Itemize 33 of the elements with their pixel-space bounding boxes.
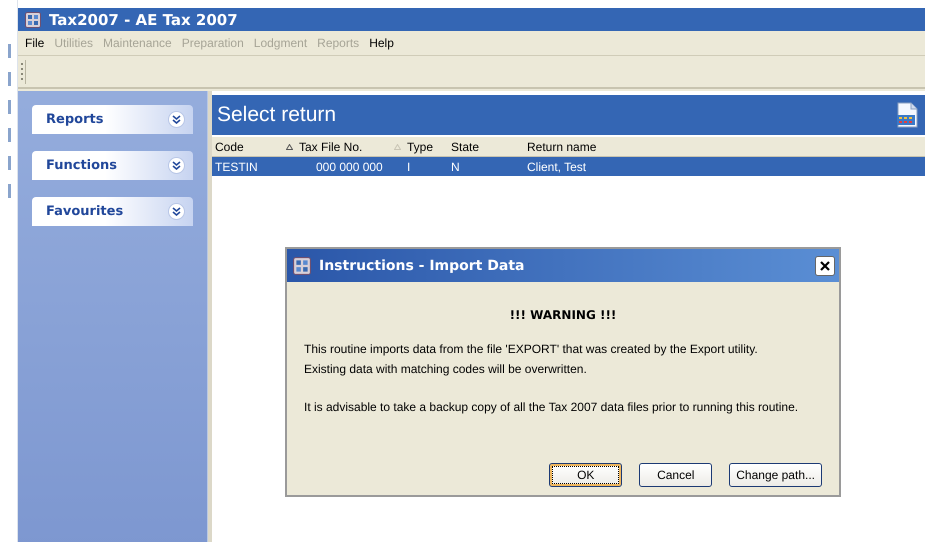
column-header[interactable]: Tax File No. — [296, 137, 404, 157]
menu-item[interactable]: File — [20, 36, 50, 50]
app-icon — [293, 256, 311, 274]
instruction-text: It is advisable to take a backup copy of all the Tax 2007 data files prior to running this routine. — [304, 399, 800, 416]
sidebar-section-header[interactable]: Functions — [32, 151, 193, 180]
dialog-button[interactable]: OK — [549, 463, 622, 487]
column-header[interactable]: State — [448, 137, 524, 157]
menu-item[interactable]: Help — [364, 36, 399, 50]
expand-chevron-icon[interactable] — [168, 203, 185, 220]
table-cell[interactable]: I — [404, 157, 448, 176]
dialog-button[interactable]: Cancel — [639, 463, 712, 487]
sidebar-section-header[interactable]: Favourites — [32, 197, 193, 226]
expand-chevron-icon[interactable] — [168, 111, 185, 128]
table-cell[interactable]: Client, Test — [524, 157, 925, 176]
app-icon — [25, 12, 41, 28]
sidebar-section-header[interactable]: Reports — [32, 105, 193, 134]
dialog-title: Instructions - Import Data — [319, 258, 526, 274]
warning-heading: !!! WARNING !!! — [510, 308, 616, 322]
table-cell[interactable]: TESTIN — [212, 157, 296, 176]
instruction-text: This routine imports data from the file 'EXPORT' that was created by the Export utility. Existing data with matching codes will be overwritten. — [304, 341, 759, 378]
table-cell[interactable]: N — [448, 157, 524, 176]
close-button[interactable] — [815, 256, 835, 276]
column-header[interactable]: Type — [404, 137, 448, 157]
column-header[interactable]: Return name — [524, 137, 925, 157]
expand-chevron-icon[interactable] — [168, 157, 185, 174]
column-header[interactable]: Code — [212, 137, 296, 157]
close-icon — [820, 260, 830, 270]
toolbar-grip-icon[interactable] — [20, 60, 26, 84]
window-title: Tax2007 - AE Tax 2007 — [49, 10, 238, 28]
table-cell[interactable]: 000 000 000 — [296, 157, 404, 176]
panel-title: Select return — [217, 103, 336, 127]
spreadsheet-document-icon[interactable] — [895, 102, 919, 128]
dialog-button[interactable]: Change path... — [729, 463, 822, 487]
